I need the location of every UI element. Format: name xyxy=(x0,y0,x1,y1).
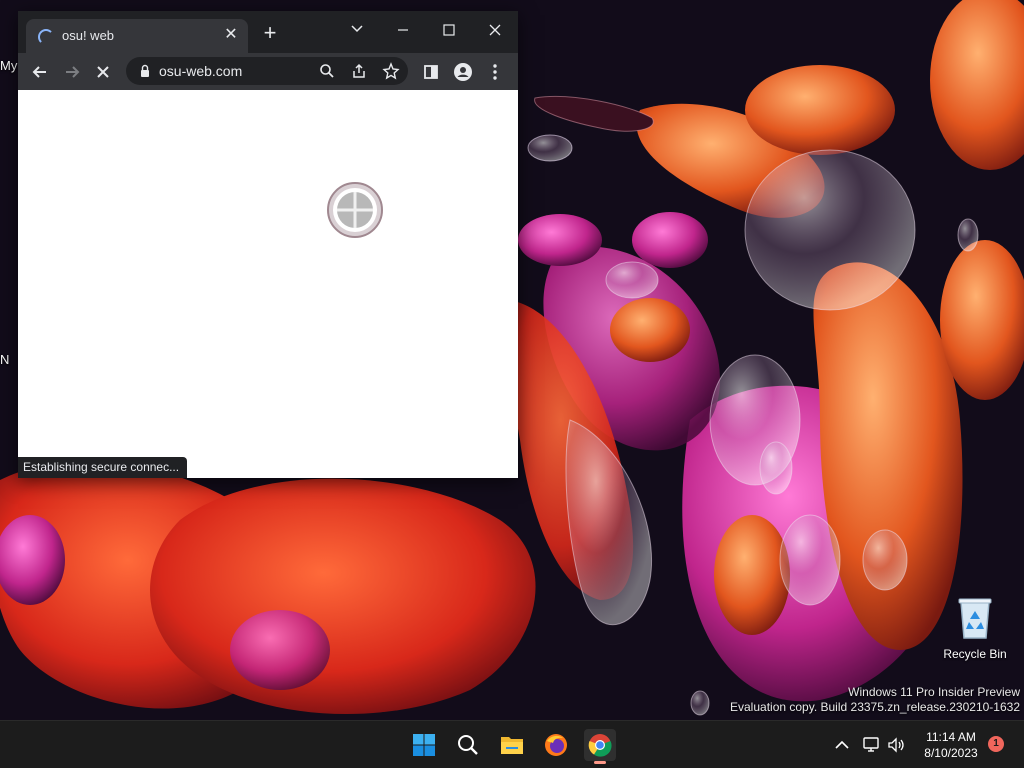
loading-spinner-icon xyxy=(38,29,54,45)
windows-watermark: Windows 11 Pro Insider Preview Evaluatio… xyxy=(730,685,1020,715)
maximize-icon xyxy=(443,24,455,36)
back-button[interactable] xyxy=(29,61,51,83)
stop-button[interactable] xyxy=(92,61,114,83)
tab-search-button[interactable] xyxy=(342,17,372,41)
minimize-button[interactable] xyxy=(388,17,418,41)
taskbar-search-button[interactable] xyxy=(452,729,484,761)
profile-icon xyxy=(454,63,472,81)
bookmark-star-icon[interactable] xyxy=(382,62,400,80)
side-panel-icon xyxy=(424,65,438,79)
page-viewport[interactable]: Establishing secure connec... xyxy=(18,90,518,478)
recycle-bin[interactable]: Recycle Bin xyxy=(940,596,1010,661)
minimize-icon xyxy=(398,29,408,31)
chrome-menu-button[interactable] xyxy=(484,61,506,83)
close-window-button[interactable] xyxy=(480,17,510,41)
active-app-indicator xyxy=(594,761,606,764)
maximize-button[interactable] xyxy=(434,17,464,41)
volume-icon[interactable] xyxy=(886,735,906,755)
clock-date: 8/10/2023 xyxy=(924,746,978,760)
address-bar[interactable]: osu-web.com xyxy=(126,57,408,85)
forward-button[interactable] xyxy=(61,61,83,83)
osu-loading-icon xyxy=(327,182,383,238)
firefox-icon xyxy=(545,734,567,756)
chevron-down-icon xyxy=(351,25,363,33)
share-icon[interactable] xyxy=(350,62,368,80)
zoom-search-icon[interactable] xyxy=(318,62,336,80)
back-arrow-icon xyxy=(32,66,46,78)
tab-osu-web[interactable]: osu! web ✕ xyxy=(26,19,248,53)
url-text[interactable]: osu-web.com xyxy=(159,63,242,79)
lock-icon[interactable] xyxy=(136,62,154,80)
stop-loading-icon xyxy=(97,66,109,78)
start-button[interactable] xyxy=(408,729,440,761)
side-panel-button[interactable] xyxy=(420,61,442,83)
new-tab-button[interactable]: + xyxy=(260,22,280,44)
chrome-window: osu! web ✕ + osu-web.com Establishing se… xyxy=(18,11,518,478)
recycle-bin-icon xyxy=(958,598,992,639)
taskbar: 11:14 AM 8/10/2023 1 xyxy=(0,720,1024,768)
status-bubble: Establishing secure connec... xyxy=(18,457,188,478)
watermark-edition: Windows 11 Pro Insider Preview xyxy=(848,685,1020,699)
clock-time: 11:14 AM xyxy=(926,730,976,744)
firefox-button[interactable] xyxy=(540,729,572,761)
chrome-icon xyxy=(588,734,612,757)
watermark-build: Evaluation copy. Build 23375.zn_release.… xyxy=(730,700,1020,714)
system-clock[interactable]: 11:14 AM 8/10/2023 xyxy=(912,729,990,761)
profile-button[interactable] xyxy=(452,61,474,83)
close-icon[interactable]: ✕ xyxy=(222,26,240,44)
recycle-bin-label: Recycle Bin xyxy=(943,647,1007,661)
close-icon xyxy=(489,24,501,36)
network-icon[interactable] xyxy=(862,735,882,755)
tab-title: osu! web xyxy=(62,28,115,43)
chrome-taskbar-button[interactable] xyxy=(584,729,616,764)
title-bar[interactable]: osu! web ✕ + xyxy=(18,11,518,53)
desktop-icon-label-partial[interactable]: My xyxy=(0,58,17,73)
windows-start-icon xyxy=(413,734,435,756)
browser-toolbar: osu-web.com xyxy=(18,53,518,90)
forward-arrow-icon xyxy=(66,66,80,78)
search-icon xyxy=(458,735,478,755)
file-explorer-icon xyxy=(501,737,523,754)
notification-badge[interactable]: 1 xyxy=(988,736,1004,752)
file-explorer-button[interactable] xyxy=(496,729,528,761)
show-hidden-icons-chevron[interactable] xyxy=(832,735,852,755)
desktop-icon-label-partial[interactable]: N xyxy=(0,352,9,367)
menu-icon xyxy=(493,64,497,80)
